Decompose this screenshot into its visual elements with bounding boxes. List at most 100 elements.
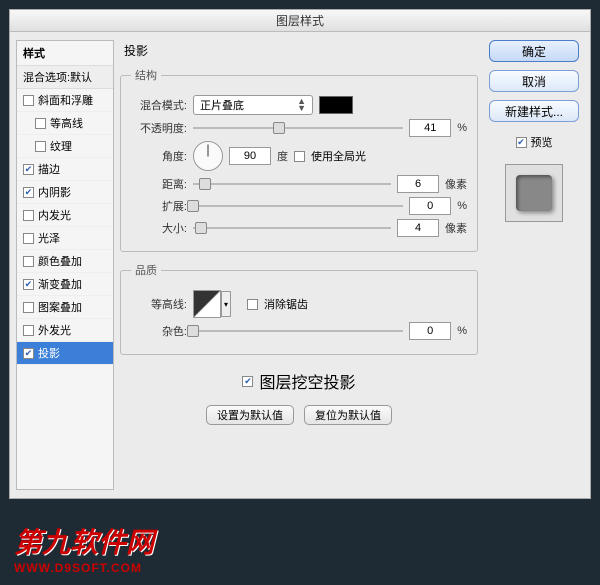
main-panel: 投影 结构 混合模式: 正片叠底 ▲▼ 不透明度: 41 % [120, 40, 478, 490]
watermark: 第九软件网 WWW.D9SOFT.COM [14, 521, 154, 575]
sidebar-item[interactable]: 内发光 [17, 204, 113, 227]
sidebar-item[interactable]: 渐变叠加 [17, 273, 113, 296]
quality-legend: 品质 [131, 262, 161, 278]
sidebar-item-label: 纹理 [50, 138, 72, 154]
dialog-title: 图层样式 [10, 10, 590, 32]
sidebar-item[interactable]: 投影 [17, 342, 113, 365]
contour-row: 等高线: ▾ 消除锯齿 [131, 290, 467, 318]
reset-default-button[interactable]: 复位为默认值 [304, 405, 392, 425]
blend-label: 混合模式: [131, 97, 187, 113]
knockout-checkbox[interactable] [242, 376, 253, 387]
sidebar-item-label: 图案叠加 [38, 299, 82, 315]
sidebar-item[interactable]: 纹理 [17, 135, 113, 158]
preview-box [505, 164, 563, 222]
spread-row: 扩展: 0 % [131, 197, 467, 215]
global-light-checkbox[interactable] [294, 151, 305, 162]
spread-slider[interactable] [193, 199, 403, 213]
noise-label: 杂色: [131, 323, 187, 339]
sidebar-checkbox[interactable] [23, 279, 34, 290]
sidebar-checkbox[interactable] [35, 118, 46, 129]
spread-input[interactable]: 0 [409, 197, 451, 215]
sidebar-item[interactable]: 描边 [17, 158, 113, 181]
angle-input[interactable]: 90 [229, 147, 271, 165]
sidebar-checkbox[interactable] [23, 233, 34, 244]
new-style-button[interactable]: 新建样式... [489, 100, 579, 122]
sidebar-item-label: 内阴影 [38, 184, 71, 200]
opacity-unit: % [457, 122, 467, 134]
distance-slider[interactable] [193, 177, 391, 191]
sidebar-checkbox[interactable] [23, 210, 34, 221]
sidebar-item[interactable]: 等高线 [17, 112, 113, 135]
angle-unit: 度 [277, 148, 288, 164]
sidebar-checkbox[interactable] [23, 95, 34, 106]
sidebar-item[interactable]: 光泽 [17, 227, 113, 250]
preview-swatch [516, 175, 552, 211]
sidebar-item[interactable]: 颜色叠加 [17, 250, 113, 273]
opacity-row: 不透明度: 41 % [131, 119, 467, 137]
sidebar-checkbox[interactable] [23, 256, 34, 267]
color-swatch[interactable] [319, 96, 353, 114]
size-label: 大小: [131, 220, 187, 236]
antialias-checkbox[interactable] [247, 299, 258, 310]
default-buttons: 设置为默认值 复位为默认值 [120, 405, 478, 425]
contour-label: 等高线: [131, 296, 187, 312]
quality-group: 品质 等高线: ▾ 消除锯齿 杂色: 0 % [120, 262, 478, 355]
distance-input[interactable]: 6 [397, 175, 439, 193]
noise-slider[interactable] [193, 324, 403, 338]
sidebar-checkbox[interactable] [23, 348, 34, 359]
sidebar-item[interactable]: 斜面和浮雕 [17, 89, 113, 112]
preview-toggle[interactable]: 预览 [516, 134, 553, 150]
angle-row: 角度: 90 度 使用全局光 [131, 141, 467, 171]
global-light-label: 使用全局光 [311, 148, 366, 164]
blend-select[interactable]: 正片叠底 ▲▼ [193, 95, 313, 115]
size-row: 大小: 4 像素 [131, 219, 467, 237]
opacity-label: 不透明度: [131, 120, 187, 136]
layer-style-dialog: 图层样式 样式 混合选项:默认 斜面和浮雕等高线纹理描边内阴影内发光光泽颜色叠加… [9, 9, 591, 499]
sidebar-item-label: 描边 [38, 161, 60, 177]
ok-button[interactable]: 确定 [489, 40, 579, 62]
noise-row: 杂色: 0 % [131, 322, 467, 340]
sidebar-sub[interactable]: 混合选项:默认 [17, 66, 113, 89]
blend-value: 正片叠底 [200, 97, 244, 113]
noise-input[interactable]: 0 [409, 322, 451, 340]
sidebar-item[interactable]: 图案叠加 [17, 296, 113, 319]
sidebar-checkbox[interactable] [35, 141, 46, 152]
sidebar-checkbox[interactable] [23, 302, 34, 313]
preview-checkbox[interactable] [516, 137, 527, 148]
updown-icon: ▲▼ [297, 98, 306, 112]
style-sidebar: 样式 混合选项:默认 斜面和浮雕等高线纹理描边内阴影内发光光泽颜色叠加渐变叠加图… [16, 40, 114, 490]
chevron-down-icon[interactable]: ▾ [221, 291, 231, 317]
sidebar-checkbox[interactable] [23, 325, 34, 336]
spread-unit: % [457, 200, 467, 212]
contour-picker[interactable]: ▾ [193, 290, 221, 318]
sidebar-item-label: 内发光 [38, 207, 71, 223]
sidebar-item-label: 渐变叠加 [38, 276, 82, 292]
preview-label: 预览 [531, 134, 553, 150]
spread-label: 扩展: [131, 198, 187, 214]
sidebar-checkbox[interactable] [23, 187, 34, 198]
structure-group: 结构 混合模式: 正片叠底 ▲▼ 不透明度: 41 % 角度: [120, 67, 478, 252]
sidebar-item-label: 投影 [38, 345, 60, 361]
sidebar-checkbox[interactable] [23, 164, 34, 175]
structure-legend: 结构 [131, 67, 161, 83]
cancel-button[interactable]: 取消 [489, 70, 579, 92]
sidebar-item[interactable]: 内阴影 [17, 181, 113, 204]
watermark-title: 第九软件网 [14, 521, 154, 561]
size-unit: 像素 [445, 220, 467, 236]
opacity-input[interactable]: 41 [409, 119, 451, 137]
sidebar-item[interactable]: 外发光 [17, 319, 113, 342]
size-input[interactable]: 4 [397, 219, 439, 237]
blend-row: 混合模式: 正片叠底 ▲▼ [131, 95, 467, 115]
sidebar-item-label: 光泽 [38, 230, 60, 246]
distance-unit: 像素 [445, 176, 467, 192]
set-default-button[interactable]: 设置为默认值 [206, 405, 294, 425]
knockout-label: 图层挖空投影 [259, 369, 355, 393]
antialias-label: 消除锯齿 [264, 296, 308, 312]
section-title: 投影 [120, 40, 478, 63]
angle-label: 角度: [131, 148, 187, 164]
angle-dial[interactable] [193, 141, 223, 171]
button-column: 确定 取消 新建样式... 预览 [484, 40, 584, 490]
opacity-slider[interactable] [193, 121, 403, 135]
size-slider[interactable] [193, 221, 391, 235]
watermark-url: WWW.D9SOFT.COM [14, 561, 154, 575]
